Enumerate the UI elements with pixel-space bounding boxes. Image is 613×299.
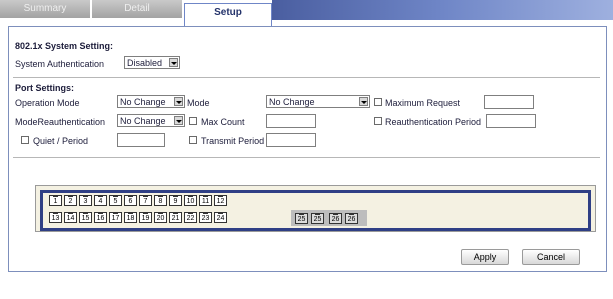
mode-label: Mode	[187, 98, 210, 108]
mode-reauth-value: No Change	[120, 116, 166, 126]
chevron-down-icon	[169, 58, 178, 67]
transmit-period-label: Transmit Period	[201, 136, 265, 146]
max-request-label: Maximum Request	[385, 98, 461, 108]
port-2[interactable]: 2	[64, 195, 77, 206]
chevron-down-icon	[359, 97, 368, 106]
reauth-period-label: Reauthentication Period	[385, 117, 482, 127]
port-1[interactable]: 1	[49, 195, 62, 206]
quiet-period-label: Quiet / Period	[33, 136, 89, 146]
port-19[interactable]: 19	[139, 212, 152, 223]
port-23[interactable]: 23	[199, 212, 212, 223]
port-14[interactable]: 14	[64, 212, 77, 223]
max-count-label: Max Count	[201, 117, 245, 127]
mode-select[interactable]: No Change	[266, 95, 370, 108]
port-12[interactable]: 12	[214, 195, 227, 206]
port-9[interactable]: 9	[169, 195, 182, 206]
port-21[interactable]: 21	[169, 212, 182, 223]
operation-mode-value: No Change	[120, 97, 166, 107]
system-auth-label: System Authentication	[15, 59, 105, 69]
system-setting-title: 802.1x System Setting:	[15, 41, 114, 51]
port-11[interactable]: 11	[199, 195, 212, 206]
divider	[13, 157, 600, 158]
tab-summary[interactable]: Summary	[0, 0, 90, 18]
port-15[interactable]: 15	[79, 212, 92, 223]
max-request-input[interactable]	[484, 95, 534, 109]
port-settings-title: Port Settings:	[15, 83, 75, 93]
port-5[interactable]: 5	[109, 195, 122, 206]
cancel-button[interactable]: Cancel	[522, 249, 580, 265]
tab-setup[interactable]: Setup	[184, 3, 272, 26]
max-request-checkbox[interactable]	[374, 98, 382, 106]
port-3[interactable]: 3	[79, 195, 92, 206]
divider	[13, 77, 600, 78]
port-26b[interactable]: 26	[345, 213, 358, 224]
port-13[interactable]: 13	[49, 212, 62, 223]
port-18[interactable]: 18	[124, 212, 137, 223]
reauth-period-checkbox[interactable]	[374, 117, 382, 125]
transmit-period-input[interactable]	[266, 133, 316, 147]
max-count-input[interactable]	[266, 114, 316, 128]
port-panel-frame: 1 2 3 4 5 6 7 8 9 10 11 12 13 14 15 16 1…	[40, 190, 591, 231]
port-20[interactable]: 20	[154, 212, 167, 223]
port-26a[interactable]: 26	[329, 213, 342, 224]
reauth-period-input[interactable]	[486, 114, 536, 128]
system-auth-select[interactable]: Disabled	[124, 56, 180, 69]
port-16[interactable]: 16	[94, 212, 107, 223]
port-25a[interactable]: 25	[295, 213, 308, 224]
chevron-down-icon	[174, 116, 183, 125]
port-8[interactable]: 8	[154, 195, 167, 206]
chevron-down-icon	[174, 97, 183, 106]
quiet-period-input[interactable]	[117, 133, 165, 147]
port-4[interactable]: 4	[94, 195, 107, 206]
port-22[interactable]: 22	[184, 212, 197, 223]
max-count-checkbox[interactable]	[189, 117, 197, 125]
port-10[interactable]: 10	[184, 195, 197, 206]
port-25b[interactable]: 25	[311, 213, 324, 224]
mode-reauth-select[interactable]: No Change	[117, 114, 185, 127]
transmit-period-checkbox[interactable]	[189, 136, 197, 144]
operation-mode-select[interactable]: No Change	[117, 95, 185, 108]
tab-bar-fill	[272, 0, 613, 20]
port-6[interactable]: 6	[124, 195, 137, 206]
port-7[interactable]: 7	[139, 195, 152, 206]
tab-bar: Summary Detail Setup	[0, 0, 613, 28]
setup-panel: 802.1x System Setting: System Authentica…	[8, 26, 607, 272]
operation-mode-label: Operation Mode	[15, 98, 80, 108]
mode-reauth-label: ModeReauthentication	[15, 117, 106, 127]
port-panel: 1 2 3 4 5 6 7 8 9 10 11 12 13 14 15 16 1…	[35, 185, 596, 232]
tab-detail[interactable]: Detail	[92, 0, 182, 18]
port-24[interactable]: 24	[214, 212, 227, 223]
quiet-period-checkbox[interactable]	[21, 136, 29, 144]
port-17[interactable]: 17	[109, 212, 122, 223]
mode-value: No Change	[269, 97, 315, 107]
system-auth-value: Disabled	[127, 58, 163, 68]
apply-button[interactable]: Apply	[461, 249, 509, 265]
